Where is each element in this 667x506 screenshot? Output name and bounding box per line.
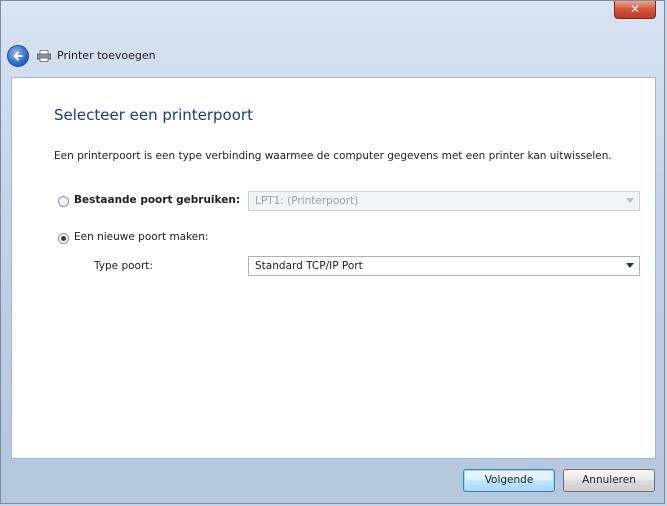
port-type-select[interactable]: Standard TCP/IP Port bbox=[248, 256, 640, 276]
existing-port-label[interactable]: Bestaande poort gebruiken: bbox=[74, 194, 240, 206]
wizard-title: Printer toevoegen bbox=[57, 49, 156, 62]
close-icon: ✕ bbox=[629, 2, 641, 16]
wizard-footer: Volgende Annuleren bbox=[11, 459, 656, 499]
close-button[interactable]: ✕ bbox=[614, 1, 656, 19]
port-type-label: Type poort: bbox=[94, 260, 153, 272]
existing-port-select[interactable]: LPT1: (Printerpoort) bbox=[248, 191, 640, 211]
page-title: Selecteer een printerpoort bbox=[54, 106, 253, 124]
page-description: Een printerpoort is een type verbinding … bbox=[54, 150, 612, 162]
wizard-header: Printer toevoegen bbox=[1, 41, 664, 71]
chevron-down-icon bbox=[626, 198, 634, 203]
port-type-select-value: Standard TCP/IP Port bbox=[255, 260, 363, 272]
back-button[interactable] bbox=[7, 45, 29, 67]
next-button[interactable]: Volgende bbox=[463, 469, 555, 492]
cancel-button[interactable]: Annuleren bbox=[563, 469, 655, 492]
back-arrow-icon bbox=[13, 51, 23, 61]
existing-port-radio[interactable] bbox=[58, 196, 69, 207]
new-port-label[interactable]: Een nieuwe poort maken: bbox=[74, 231, 208, 243]
add-printer-window: ✕ Printer toevoegen Selecteer een printe… bbox=[0, 0, 665, 504]
printer-icon bbox=[37, 50, 51, 62]
existing-port-select-value: LPT1: (Printerpoort) bbox=[255, 195, 359, 207]
chevron-down-icon bbox=[626, 263, 634, 268]
new-port-radio[interactable] bbox=[58, 233, 69, 244]
wizard-content: Selecteer een printerpoort Een printerpo… bbox=[11, 77, 656, 459]
